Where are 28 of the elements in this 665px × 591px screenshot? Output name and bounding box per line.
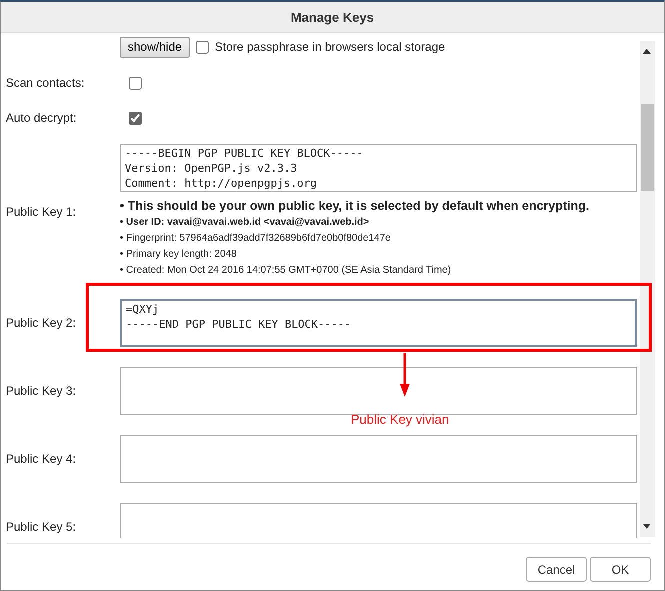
key-label: Public Key 4: — [6, 452, 78, 466]
key-info-line: • Primary key length: 2048 — [120, 248, 238, 262]
cancel-button[interactable]: Cancel — [526, 557, 587, 582]
store-passphrase-checkbox[interactable] — [196, 40, 210, 54]
checkbox-label: Store passphrase in browsers local storage — [215, 40, 446, 54]
window-title: Manage Keys — [290, 10, 374, 24]
key-field[interactable]: -----BEGIN PGP PUBLIC KEY BLOCK----- Version: OpenPGP.js v2.3.3 Comment: http://openpgpjs.org — [120, 144, 637, 192]
scrollbar[interactable] — [640, 41, 655, 537]
ok-button[interactable]: OK — [590, 557, 651, 582]
option-label: Auto decrypt: — [6, 111, 78, 125]
option-checkbox[interactable] — [129, 112, 142, 124]
key-field[interactable] — [120, 503, 637, 538]
annotation-text: Public Key vivian — [351, 412, 450, 427]
key-info-line: • This should be your own public key, it is selected by default when encrypting. — [120, 198, 591, 215]
option-checkbox[interactable] — [129, 76, 142, 90]
key-field[interactable] — [120, 367, 637, 415]
arrow-annotation — [400, 353, 410, 397]
key-label: Public Key 3: — [6, 384, 78, 398]
key-label: Public Key 2: — [6, 316, 78, 330]
key-info-line: • Fingerprint: 57964a6adf39add7f32689b6fd7e0b0f80de147e — [120, 232, 392, 246]
show-hide-button[interactable]: show/hide — [120, 36, 190, 58]
key-field[interactable]: =QXYj -----END PGP PUBLIC KEY BLOCK----- — [120, 299, 637, 347]
key-info-line: • User ID: vavai@vavai.web.id <vavai@vavai.web.id> — [120, 216, 370, 230]
key-label: Public Key 1: — [6, 204, 78, 218]
key-info-line: • Created: Mon Oct 24 2016 14:07:55 GMT+0700 (SE Asia Standard Time) — [120, 264, 452, 278]
option-label: Scan contacts: — [6, 76, 86, 90]
key-field[interactable] — [120, 435, 637, 483]
key-label: Public Key 5: — [6, 520, 78, 534]
